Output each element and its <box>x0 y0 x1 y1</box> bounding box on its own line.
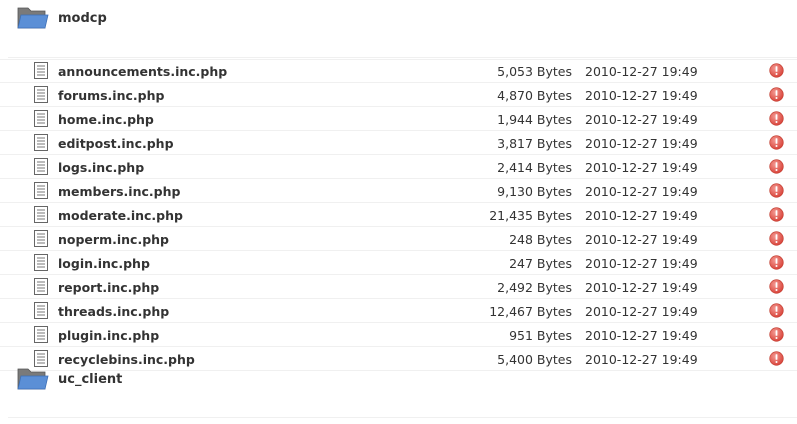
file-date: 2010-12-27 19:49 <box>585 304 698 319</box>
folder-icon <box>17 368 49 390</box>
file-size: 21,435 Bytes <box>489 208 572 223</box>
folder-name: uc_client <box>58 372 123 387</box>
file-date: 2010-12-27 19:49 <box>585 208 698 223</box>
file-row[interactable]: login.inc.php 247 Bytes 2010-12-27 19:49 <box>0 252 797 275</box>
file-row[interactable]: forums.inc.php 4,870 Bytes 2010-12-27 19… <box>0 84 797 107</box>
file-date: 2010-12-27 19:49 <box>585 256 698 271</box>
file-row[interactable]: report.inc.php 2,492 Bytes 2010-12-27 19… <box>0 276 797 299</box>
file-document-icon <box>34 302 48 319</box>
file-date: 2010-12-27 19:49 <box>585 232 698 247</box>
file-document-icon <box>34 182 48 199</box>
file-name[interactable]: noperm.inc.php <box>58 232 169 247</box>
file-row[interactable]: logs.inc.php 2,414 Bytes 2010-12-27 19:4… <box>0 156 797 179</box>
file-document-icon <box>34 110 48 127</box>
file-size: 2,492 Bytes <box>497 280 572 295</box>
file-document-icon <box>34 326 48 343</box>
file-name[interactable]: login.inc.php <box>58 256 150 271</box>
file-row[interactable]: threads.inc.php 12,467 Bytes 2010-12-27 … <box>0 300 797 323</box>
file-row[interactable]: plugin.inc.php 951 Bytes 2010-12-27 19:4… <box>0 324 797 347</box>
file-document-icon <box>34 62 48 79</box>
file-document-icon <box>34 230 48 247</box>
file-date: 2010-12-27 19:49 <box>585 328 698 343</box>
file-date: 2010-12-27 19:49 <box>585 136 698 151</box>
file-document-icon <box>34 134 48 151</box>
file-row[interactable]: members.inc.php 9,130 Bytes 2010-12-27 1… <box>0 180 797 203</box>
file-size: 247 Bytes <box>509 256 572 271</box>
file-list: announcements.inc.php 5,053 Bytes 2010-1… <box>0 59 797 372</box>
file-name[interactable]: forums.inc.php <box>58 88 164 103</box>
divider <box>8 57 797 58</box>
file-name[interactable]: announcements.inc.php <box>58 64 227 79</box>
file-name[interactable]: home.inc.php <box>58 112 154 127</box>
file-date: 2010-12-27 19:49 <box>585 112 698 127</box>
file-size: 951 Bytes <box>509 328 572 343</box>
folder-row-uc-client[interactable]: uc_client <box>0 364 797 400</box>
file-row[interactable]: noperm.inc.php 248 Bytes 2010-12-27 19:4… <box>0 228 797 251</box>
file-size: 12,467 Bytes <box>489 304 572 319</box>
file-row[interactable]: announcements.inc.php 5,053 Bytes 2010-1… <box>0 59 797 83</box>
warning-icon[interactable] <box>769 231 784 246</box>
file-name[interactable]: plugin.inc.php <box>58 328 159 343</box>
file-name[interactable]: moderate.inc.php <box>58 208 183 223</box>
file-size: 248 Bytes <box>509 232 572 247</box>
file-size: 4,870 Bytes <box>497 88 572 103</box>
file-name[interactable]: threads.inc.php <box>58 304 169 319</box>
file-size: 1,944 Bytes <box>497 112 572 127</box>
folder-row-modcp[interactable]: modcp <box>0 3 797 39</box>
file-document-icon <box>34 254 48 271</box>
file-date: 2010-12-27 19:49 <box>585 280 698 295</box>
warning-icon[interactable] <box>769 159 784 174</box>
file-date: 2010-12-27 19:49 <box>585 64 698 79</box>
warning-icon[interactable] <box>769 183 784 198</box>
file-document-icon <box>34 158 48 175</box>
warning-icon[interactable] <box>769 111 784 126</box>
file-size: 3,817 Bytes <box>497 136 572 151</box>
file-date: 2010-12-27 19:49 <box>585 88 698 103</box>
warning-icon[interactable] <box>769 87 784 102</box>
warning-icon[interactable] <box>769 303 784 318</box>
file-row[interactable]: moderate.inc.php 21,435 Bytes 2010-12-27… <box>0 204 797 227</box>
file-row[interactable]: home.inc.php 1,944 Bytes 2010-12-27 19:4… <box>0 108 797 131</box>
file-document-icon <box>34 278 48 295</box>
file-name[interactable]: members.inc.php <box>58 184 180 199</box>
file-size: 9,130 Bytes <box>497 184 572 199</box>
file-size: 5,053 Bytes <box>497 64 572 79</box>
divider <box>8 417 797 418</box>
file-document-icon <box>34 86 48 103</box>
file-date: 2010-12-27 19:49 <box>585 184 698 199</box>
file-name[interactable]: logs.inc.php <box>58 160 144 175</box>
folder-name: modcp <box>58 11 107 26</box>
file-document-icon <box>34 206 48 223</box>
folder-icon <box>17 7 49 29</box>
warning-icon[interactable] <box>769 135 784 150</box>
file-date: 2010-12-27 19:49 <box>585 160 698 175</box>
warning-icon[interactable] <box>769 279 784 294</box>
warning-icon[interactable] <box>769 327 784 342</box>
file-size: 2,414 Bytes <box>497 160 572 175</box>
file-name[interactable]: report.inc.php <box>58 280 159 295</box>
warning-icon[interactable] <box>769 63 784 78</box>
file-name[interactable]: editpost.inc.php <box>58 136 174 151</box>
warning-icon[interactable] <box>769 255 784 270</box>
file-row[interactable]: editpost.inc.php 3,817 Bytes 2010-12-27 … <box>0 132 797 155</box>
warning-icon[interactable] <box>769 207 784 222</box>
